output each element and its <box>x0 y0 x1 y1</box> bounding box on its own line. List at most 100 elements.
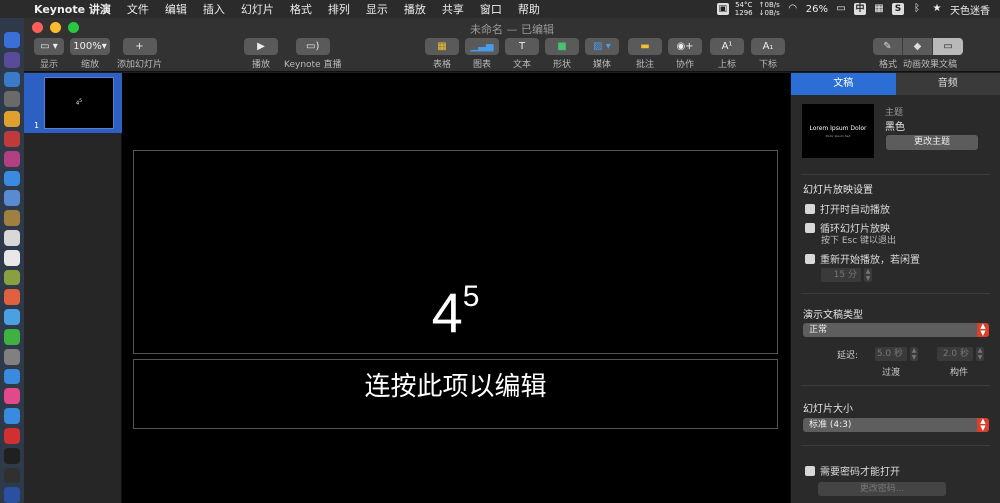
comment-button[interactable]: ▬ <box>628 38 662 55</box>
calendar-icon[interactable] <box>4 229 20 246</box>
idle-stepper[interactable]: 15 分 ▲ ▼ <box>821 268 872 282</box>
vpn-icon[interactable] <box>4 487 20 503</box>
app-store-icon[interactable] <box>4 408 20 424</box>
checkbox-box[interactable] <box>805 203 815 214</box>
grid-menu-icon[interactable]: ▦ <box>872 3 886 15</box>
menu-format[interactable]: 格式 <box>282 1 320 17</box>
build-stepper[interactable]: 2.0 秒 ▲ ▼ <box>937 347 984 361</box>
menu-help[interactable]: 帮助 <box>510 1 548 17</box>
user-name[interactable]: 天色迷香 <box>950 2 990 17</box>
menu-slide[interactable]: 幻灯片 <box>233 1 282 17</box>
keynote-live-button[interactable]: ▭) <box>295 38 330 55</box>
checkbox-box[interactable] <box>805 253 815 264</box>
menu-file[interactable]: 文件 <box>119 1 157 17</box>
maps-icon[interactable] <box>4 269 20 286</box>
bluetooth-icon[interactable]: ᛒ <box>910 3 924 15</box>
messages-icon[interactable] <box>4 309 20 325</box>
siri-icon[interactable] <box>4 51 20 68</box>
slide-size-select[interactable]: 标准 (4:3) ▲ ▼ <box>803 418 989 432</box>
add-slide-button[interactable]: + <box>122 38 157 55</box>
network-stats[interactable]: ↑0B/s ↓0B/s <box>759 1 780 17</box>
slide-subtitle[interactable]: 连按此项以编辑 <box>364 366 546 403</box>
menu-view[interactable]: 显示 <box>358 1 396 17</box>
slide-title[interactable]: 45 <box>432 282 480 341</box>
system-preferences-icon[interactable] <box>4 348 20 365</box>
app-pink-icon[interactable] <box>4 150 20 167</box>
collaborate-button[interactable]: ◉+ <box>668 38 702 55</box>
stepper-arrows-icon[interactable]: ▲ ▼ <box>864 268 872 282</box>
launchpad-icon[interactable] <box>4 91 20 108</box>
slide-thumbnail[interactable]: 45 <box>44 77 114 129</box>
app-red-icon[interactable] <box>4 130 20 147</box>
menu-play[interactable]: 播放 <box>396 1 434 17</box>
subtitle-placeholder[interactable]: 连按此项以编辑 <box>133 359 778 429</box>
photos-icon[interactable] <box>4 289 20 306</box>
shape-button[interactable]: ■ <box>545 38 579 55</box>
itunes-icon[interactable] <box>4 388 20 405</box>
build-value[interactable]: 2.0 秒 <box>937 347 973 361</box>
menu-window[interactable]: 窗口 <box>472 1 510 17</box>
wifi-icon[interactable]: ◠ <box>786 3 800 15</box>
transition-stepper[interactable]: 5.0 秒 ▲ ▼ <box>875 347 918 361</box>
stepper-arrows-icon[interactable]: ▲ ▼ <box>910 347 918 361</box>
change-password-button[interactable]: 更改密码... <box>818 482 946 496</box>
vivaldi-icon[interactable] <box>4 427 20 444</box>
slide-canvas[interactable]: 45 连按此项以编辑 <box>122 73 790 503</box>
safari-icon[interactable] <box>4 71 20 88</box>
play-label: 播放 <box>251 60 270 70</box>
play-button[interactable]: ▶ <box>244 38 278 55</box>
autoplay-checkbox[interactable]: 打开时自动播放 <box>805 201 890 216</box>
chart-button[interactable]: ▁▃▅ <box>465 38 499 55</box>
superscript-button[interactable]: A¹ <box>710 38 744 55</box>
stepper-arrows-icon[interactable]: ▲ ▼ <box>976 347 984 361</box>
idle-value[interactable]: 15 分 <box>821 268 861 282</box>
tab-audio[interactable]: 音频 <box>895 73 1000 95</box>
text-button[interactable]: T <box>505 38 539 55</box>
restart-checkbox[interactable]: 重新开始播放，若闲置 <box>805 251 920 266</box>
checkbox-box[interactable] <box>805 465 815 476</box>
media-label: 媒体 <box>592 60 611 70</box>
menu-arrange[interactable]: 排列 <box>320 1 358 17</box>
transition-value[interactable]: 5.0 秒 <box>875 347 907 361</box>
document-button[interactable]: ▭ <box>933 38 963 55</box>
slide-thumbnail-selected[interactable]: 1 45 <box>24 73 122 133</box>
require-password-checkbox[interactable]: 需要密码才能打开 <box>805 463 900 478</box>
notes-icon[interactable] <box>4 210 20 226</box>
menu-edit[interactable]: 编辑 <box>157 1 195 17</box>
title-placeholder[interactable]: 45 <box>133 150 778 354</box>
terminal-icon[interactable] <box>4 447 20 464</box>
animate-button[interactable]: ◆ <box>903 38 933 55</box>
keynote-icon[interactable] <box>4 368 20 385</box>
keynote-live-control: ▭) Keynote 直播 <box>284 38 341 70</box>
activity-monitor-icon[interactable] <box>4 467 20 484</box>
preview-icon[interactable] <box>4 190 20 207</box>
view-button[interactable]: ▭ ▾ <box>34 38 64 55</box>
zoom-select[interactable]: 100% ▾ <box>70 38 110 55</box>
menu-share[interactable]: 共享 <box>434 1 472 17</box>
table-button[interactable]: ▦ <box>425 38 459 55</box>
input-method-icon[interactable]: 中 <box>854 3 866 15</box>
app-blue-icon[interactable] <box>4 170 20 187</box>
format-label: 格式 <box>878 60 897 70</box>
document-label: 文稿 <box>938 60 957 70</box>
screen-monitor-icon[interactable]: ▣ <box>716 3 729 15</box>
finder-icon[interactable] <box>4 32 20 48</box>
chrome-icon[interactable] <box>4 111 20 127</box>
presentation-type-select[interactable]: 正常 ▲ ▼ <box>803 323 989 337</box>
checkbox-box[interactable] <box>805 222 815 233</box>
media-button[interactable]: ▨ ▾ <box>585 38 619 55</box>
star-icon[interactable]: ★ <box>930 3 944 15</box>
wechat-icon[interactable] <box>4 328 20 345</box>
change-theme-button[interactable]: 更改主题 <box>886 135 978 150</box>
menu-app-name[interactable]: Keynote 讲演 <box>26 1 119 17</box>
format-button[interactable]: ✎ <box>873 38 903 55</box>
net-down: 0B/s <box>764 9 780 17</box>
battery-icon[interactable]: ▭ <box>834 3 848 15</box>
tab-document[interactable]: 文稿 <box>791 73 896 95</box>
textedit-icon[interactable] <box>4 249 20 266</box>
cpu-stats[interactable]: 54°C 1296 <box>735 1 753 17</box>
menu-insert[interactable]: 插入 <box>195 1 233 17</box>
subscript-button[interactable]: A₁ <box>751 38 785 55</box>
divider <box>801 293 990 294</box>
s-app-icon[interactable]: S <box>892 3 904 15</box>
